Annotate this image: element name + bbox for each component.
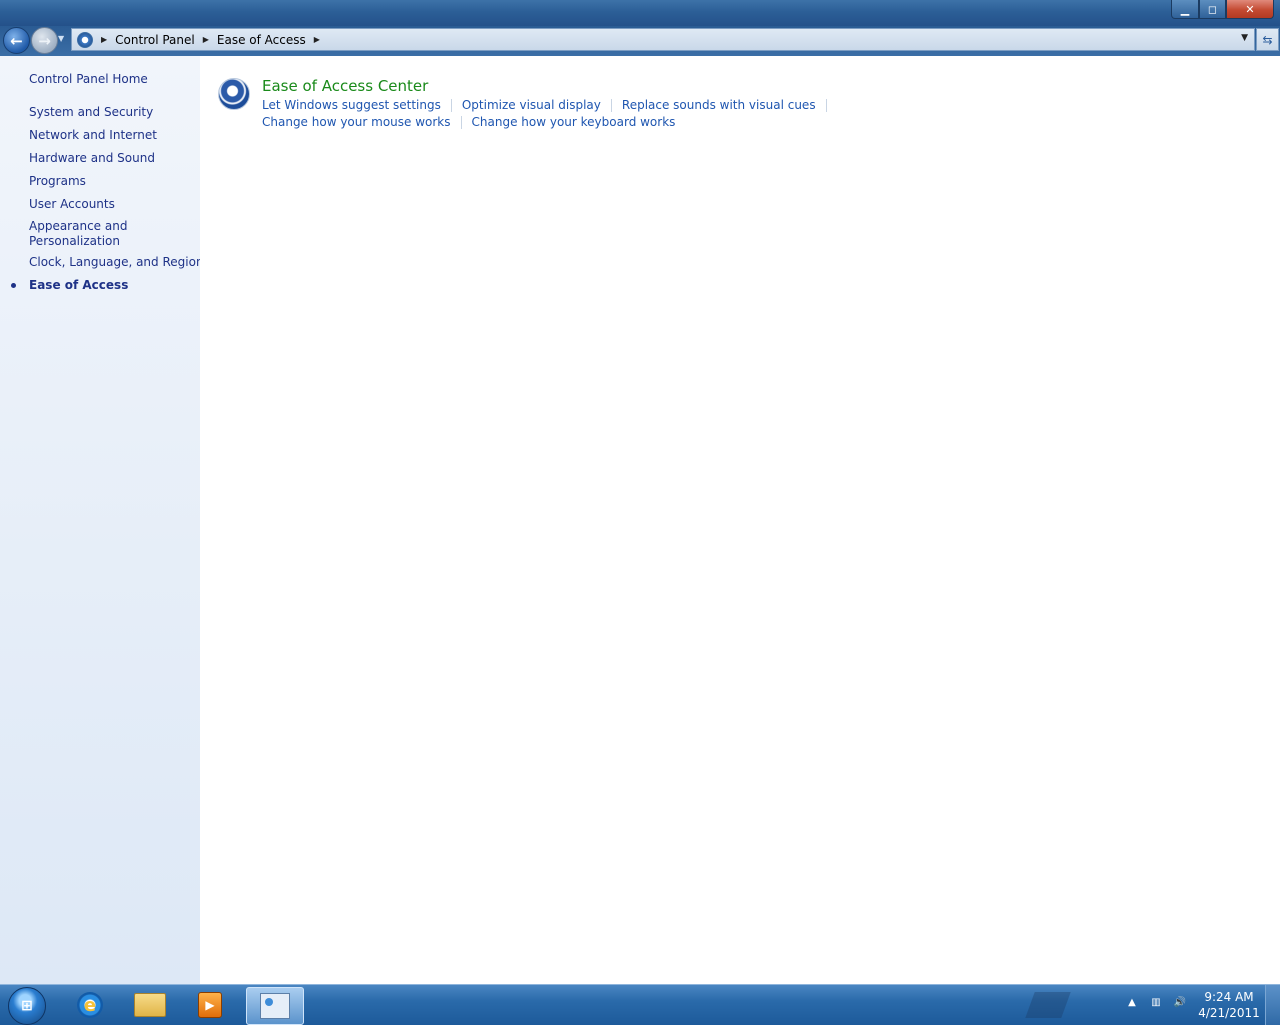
breadcrumb-separator[interactable]: ▶ (203, 35, 209, 44)
start-button[interactable]: ⊞ (8, 987, 46, 1025)
recent-pages-dropdown[interactable]: ▼ (58, 34, 64, 43)
sidebar: Control Panel Home System and Security N… (0, 56, 204, 984)
ease-of-access-icon[interactable] (218, 78, 250, 110)
sidebar-item-user-accounts[interactable]: User Accounts (29, 197, 115, 211)
maximize-button[interactable]: ◻ (1199, 0, 1226, 19)
refresh-icon: ⇆ (1262, 32, 1273, 47)
current-item-bullet (11, 283, 16, 288)
show-hidden-icons-icon[interactable]: ▲ (1125, 995, 1139, 1009)
divider (825, 98, 827, 112)
clock-time: 9:24 AM (1204, 990, 1254, 1004)
sidebar-item-hardware-sound[interactable]: Hardware and Sound (29, 151, 155, 165)
category-title-link[interactable]: Ease of Access Center (262, 77, 428, 95)
sidebar-item-control-panel-home[interactable]: Control Panel Home (29, 72, 148, 86)
sidebar-item-ease-of-access[interactable]: Ease of Access (29, 278, 128, 292)
control-panel-icon (260, 993, 290, 1019)
task-link-mouse[interactable]: Change how your mouse works (262, 115, 451, 129)
task-link-keyboard[interactable]: Change how your keyboard works (472, 115, 676, 129)
windows-explorer-icon (134, 993, 166, 1017)
task-link-replace-sounds[interactable]: Replace sounds with visual cues (622, 98, 816, 112)
task-link-optimize-visual[interactable]: Optimize visual display (462, 98, 601, 112)
network-icon[interactable]: ▥ (1149, 995, 1163, 1009)
divider (610, 98, 612, 112)
book-icon (1025, 992, 1071, 1018)
task-links-row-1: Let Windows suggest settings Optimize vi… (262, 98, 837, 112)
address-bar[interactable]: ▶ Control Panel ▶ Ease of Access ▶ ▼ (71, 28, 1255, 51)
media-player-icon: ▶ (198, 992, 222, 1018)
window-controls: ▁ ◻ ✕ (1171, 0, 1274, 19)
navigation-bar: ← → ▼ ▶ Control Panel ▶ Ease of Access ▶… (0, 26, 1280, 56)
main-content: Ease of Access Center Let Windows sugges… (200, 56, 1280, 984)
system-tray: ▲ ▥ 🔊 (1125, 995, 1187, 1009)
task-link-suggest-settings[interactable]: Let Windows suggest settings (262, 98, 441, 112)
taskbar-windows-explorer[interactable] (122, 987, 178, 1023)
title-bar: ▁ ◻ ✕ (0, 0, 1280, 26)
clock[interactable]: 9:24 AM 4/21/2011 (1190, 989, 1268, 1021)
breadcrumb-separator[interactable]: ▶ (101, 35, 107, 44)
taskbar-internet-explorer[interactable]: e (62, 987, 118, 1023)
task-links-row-2: Change how your mouse works Change how y… (262, 115, 675, 129)
volume-icon[interactable]: 🔊 (1173, 995, 1187, 1009)
sidebar-item-programs[interactable]: Programs (29, 174, 86, 188)
minimize-button[interactable]: ▁ (1171, 0, 1199, 19)
control-panel-icon (77, 31, 93, 48)
divider (460, 115, 462, 129)
taskbar-media-player[interactable]: ▶ (182, 987, 238, 1023)
arrow-right-icon: → (38, 31, 51, 50)
taskbar: ⊞ e ▶ ▲ ▥ 🔊 9:24 AM 4/21/2011 (0, 984, 1280, 1025)
internet-explorer-icon: e (77, 992, 103, 1018)
sidebar-item-network-internet[interactable]: Network and Internet (29, 128, 157, 142)
breadcrumb-ease-of-access[interactable]: Ease of Access (217, 33, 306, 47)
forward-button[interactable]: → (31, 27, 58, 54)
address-dropdown-icon[interactable]: ▼ (1241, 33, 1248, 43)
taskbar-control-panel[interactable] (246, 987, 304, 1025)
breadcrumb-control-panel[interactable]: Control Panel (115, 33, 195, 47)
sidebar-item-system-security[interactable]: System and Security (29, 105, 153, 119)
refresh-button[interactable]: ⇆ (1256, 28, 1279, 51)
arrow-left-icon: ← (10, 31, 23, 50)
divider (450, 98, 452, 112)
close-button[interactable]: ✕ (1226, 0, 1274, 19)
sidebar-item-appearance[interactable]: Appearance and Personalization (29, 219, 179, 249)
clock-date: 4/21/2011 (1198, 1006, 1260, 1020)
breadcrumb-separator[interactable]: ▶ (314, 35, 320, 44)
back-button[interactable]: ← (3, 27, 30, 54)
show-desktop-button[interactable] (1265, 985, 1280, 1025)
sidebar-item-clock-language[interactable]: Clock, Language, and Region (29, 255, 204, 269)
windows-logo-icon: ⊞ (21, 998, 33, 1014)
